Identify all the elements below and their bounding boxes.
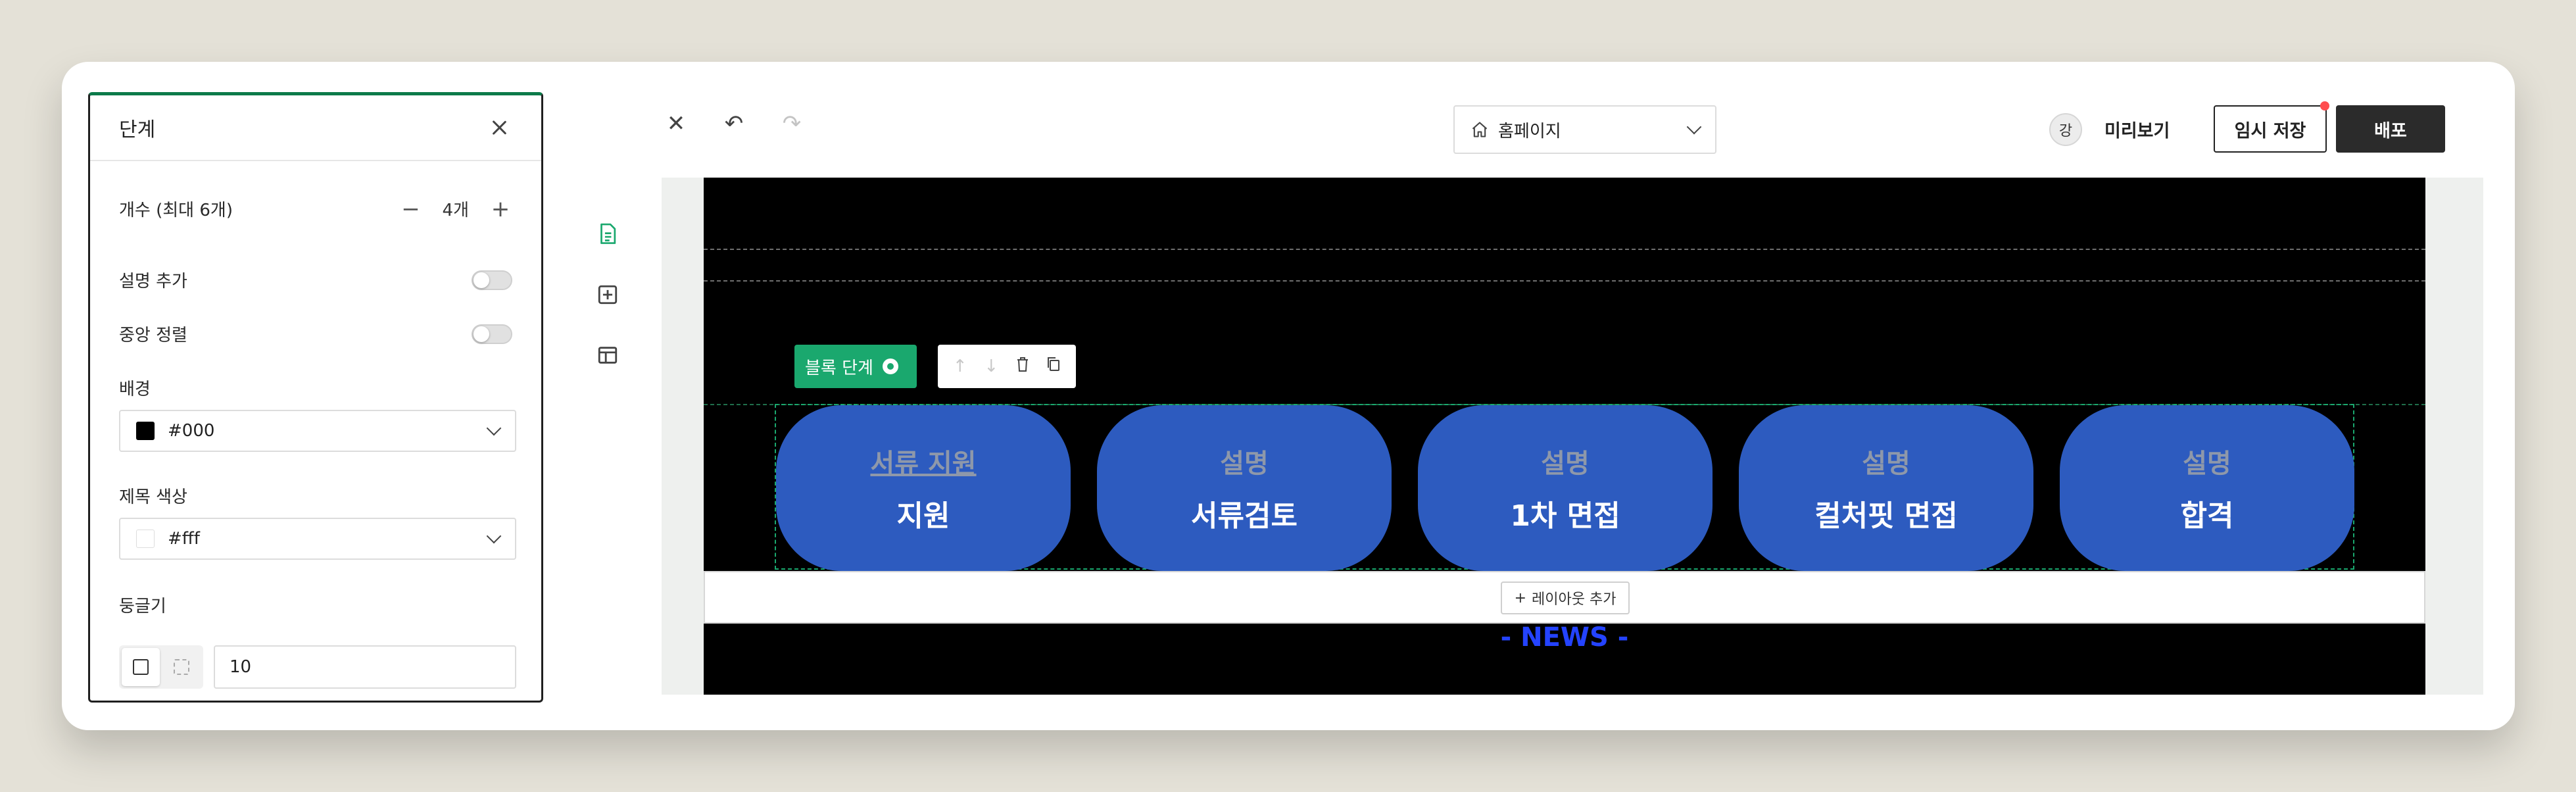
add-description-toggle[interactable] [472,270,512,290]
delete-icon[interactable] [1011,356,1034,378]
radius-corner-button[interactable] [162,648,201,686]
add-layout-label: 레이아웃 추가 [1532,591,1616,608]
panel-title: 단계 [119,118,156,141]
decrement-button[interactable]: − [399,198,423,220]
title-color-value: #fff [168,529,200,549]
plus-square-icon [598,285,618,305]
close-panel-icon[interactable] [486,114,512,141]
deploy-button[interactable]: 배포 [2336,105,2445,153]
count-stepper: − 4개 + [399,197,512,221]
move-down-icon[interactable]: ↓ [979,357,1003,376]
news-heading: - NEWS - [1500,622,1629,653]
step-description: 설명 [1541,449,1590,479]
increment-button[interactable]: + [489,198,512,220]
square-icon [133,659,149,675]
step-title: 합격 [2180,499,2234,533]
preview-button[interactable]: 미리보기 [2104,108,2170,150]
center-align-row: 중앙 정렬 [119,322,512,346]
add-description-row: 설명 추가 [119,268,512,292]
add-layout-button[interactable]: + 레이아웃 추가 [1501,582,1630,614]
title-color-swatch [136,530,155,548]
step-item[interactable]: 설명 합격 [2060,405,2354,571]
radius-label: 둥글기 [119,597,166,616]
temp-save-button[interactable]: 임시 저장 [2214,101,2329,153]
background-value: #000 [168,421,215,441]
panel-header: 단계 [90,95,541,161]
editor-window: 단계 개수 (최대 6개) − 4개 + 설명 추가 중앙 정렬 배경 #000… [62,62,2515,730]
block-tag-label: 블록 단계 [805,358,873,378]
center-align-label: 중앙 정렬 [119,326,187,345]
center-align-toggle[interactable] [472,324,512,344]
move-up-icon[interactable]: ↑ [948,357,972,376]
count-row: 개수 (최대 6개) − 4개 + [119,197,512,221]
background-color-select[interactable]: #000 [119,410,516,452]
unsaved-indicator [2320,101,2329,111]
undo-icon[interactable]: ↶ [718,108,750,139]
home-icon [1472,122,1488,137]
step-item[interactable]: 설명 컬처핏 면접 [1739,405,2033,571]
page-canvas: 블록 단계 ↑ ↓ 서류 지원 지원 설명 서류검토 설명 1차 면접 설명 컬… [704,178,2425,695]
radius-square-button[interactable] [122,648,160,686]
redo-icon[interactable]: ↷ [776,108,808,139]
step-description[interactable]: 서류 지원 [870,442,976,480]
step-description: 설명 [1220,449,1269,479]
count-label: 개수 (최대 6개) [119,201,233,220]
step-description: 설명 [1862,449,1910,479]
gear-icon[interactable] [882,359,898,374]
pages-tool-icon[interactable] [593,220,622,249]
step-title: 지원 [896,499,950,533]
duplicate-icon[interactable] [1042,356,1065,378]
step-title: 서류검토 [1191,499,1298,533]
section-divider [704,280,2425,282]
temp-save-label: 임시 저장 [2234,120,2306,141]
radius-mode-group [119,645,203,689]
background-label: 배경 [119,380,151,399]
background-swatch [136,422,155,440]
close-icon[interactable]: ✕ [660,108,692,139]
block-step-tag[interactable]: 블록 단계 [794,345,917,388]
layout-icon [598,347,618,364]
add-layout-bar: + 레이아웃 추가 [704,571,2425,624]
title-color-label: 제목 색상 [119,487,187,507]
chevron-down-icon [486,420,502,436]
title-color-select[interactable]: #fff [119,518,516,560]
document-icon [600,223,616,244]
count-value: 4개 [442,201,469,220]
page-select-value: 홈페이지 [1498,121,1561,141]
add-description-label: 설명 추가 [119,272,187,291]
add-block-tool-icon[interactable] [593,280,622,309]
section-divider [704,249,2425,250]
chevron-down-icon [486,528,502,544]
top-bar: ✕ ↶ ↷ 홈페이지 강 미리보기 임시 저장 배포 [555,92,2495,155]
step-settings-panel: 단계 개수 (최대 6개) − 4개 + 설명 추가 중앙 정렬 배경 #000… [88,92,543,703]
avatar[interactable]: 강 [2049,113,2082,146]
layout-tool-icon[interactable] [593,341,622,370]
step-title: 컬처핏 면접 [1814,499,1958,533]
radius-input[interactable]: 10 [214,645,516,689]
step-item[interactable]: 서류 지원 지원 [776,405,1071,571]
step-title: 1차 면접 [1510,499,1620,533]
page-select[interactable]: 홈페이지 [1453,105,1716,154]
block-toolbar: ↑ ↓ [938,345,1076,388]
step-item[interactable]: 설명 1차 면접 [1418,405,1713,571]
chevron-down-icon [1686,119,1702,135]
step-description: 설명 [2183,449,2231,479]
corners-icon [174,659,189,675]
step-item[interactable]: 설명 서류검토 [1097,405,1392,571]
steps-block[interactable]: 서류 지원 지원 설명 서류검토 설명 1차 면접 설명 컬처핏 면접 설명 합… [775,404,2354,571]
plus-icon: + [1514,589,1526,606]
